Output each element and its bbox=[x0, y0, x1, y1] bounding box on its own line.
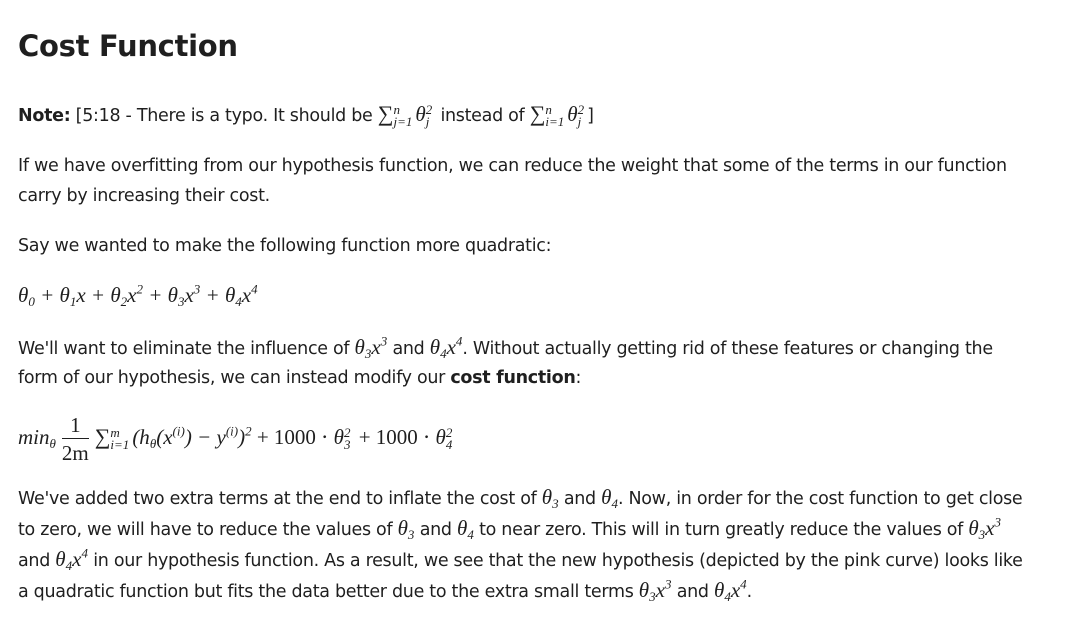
paragraph-quadratic: Say we wanted to make the following func… bbox=[18, 236, 552, 256]
reduce-text-and: and bbox=[419, 520, 452, 540]
fits-text-period: . bbox=[746, 582, 753, 602]
modify-text: form of our hypothesis, we can instead m… bbox=[18, 368, 446, 388]
inflate-text-and: and bbox=[563, 489, 596, 509]
sum-j-formula: ∑ n j=1 θ 2 j bbox=[377, 101, 433, 130]
fits-text-and: and bbox=[676, 582, 709, 602]
theta3-x3-term-3: θ3x3 bbox=[638, 576, 672, 604]
hypothesis-text: in our hypothesis function. As a result,… bbox=[93, 551, 1023, 571]
inflate-text-a: We've added two extra terms at the end t… bbox=[18, 489, 537, 509]
hypothesis-formula: θ0 + θ1x + θ2x2 + θ3x3 + θ4x4 bbox=[18, 281, 258, 309]
paragraph-eliminate-line-1: We'll want to eliminate the influence of… bbox=[18, 332, 993, 365]
fits-text-a: a quadratic function but fits the data b… bbox=[18, 582, 634, 602]
note-label: Note: bbox=[18, 106, 71, 126]
reduce-text-c: to near zero. This will in turn greatly … bbox=[479, 520, 964, 540]
paragraph-overfitting-line-2: carry by increasing their cost. bbox=[18, 186, 270, 206]
inflate-text-c: . Now, in order for the cost function to… bbox=[617, 489, 1023, 509]
theta3-term-2: θ3 bbox=[397, 516, 415, 542]
theta3-term: θ3 bbox=[541, 485, 559, 511]
theta4-term: θ4 bbox=[601, 485, 618, 511]
note-text-before: [5:18 - There is a typo. It should be bbox=[75, 106, 373, 126]
eliminate-text-c: . Without actually getting rid of these … bbox=[462, 339, 993, 359]
theta4-term-2: θ4 bbox=[456, 516, 474, 542]
modify-colon: : bbox=[575, 368, 582, 388]
theta4-x4-term-2: θ4x4 bbox=[55, 545, 88, 573]
note-text-end: ] bbox=[587, 106, 594, 126]
typo-note: Note: [5:18 - There is a typo. It should… bbox=[18, 98, 594, 132]
hypothesis-text-and: and bbox=[18, 551, 51, 571]
page-title: Cost Function bbox=[18, 29, 238, 63]
paragraph-overfitting-line-1: If we have overfitting from our hypothes… bbox=[18, 156, 1007, 176]
reduce-text-a: to zero, we will have to reduce the valu… bbox=[18, 520, 393, 540]
theta4-x4-term: θ4x4 bbox=[429, 333, 463, 361]
paragraph-inflate-line-1: We've added two extra terms at the end t… bbox=[18, 482, 1023, 515]
note-text-mid: instead of bbox=[440, 106, 525, 126]
eliminate-text-a: We'll want to eliminate the influence of bbox=[18, 339, 350, 359]
paragraph-inflate-line-2: to zero, we will have to reduce the valu… bbox=[18, 513, 1001, 546]
eliminate-text-and: and bbox=[392, 339, 425, 359]
paragraph-inflate-line-4: a quadratic function but fits the data b… bbox=[18, 575, 752, 608]
theta4-x4-term-3: θ4x4 bbox=[714, 576, 747, 604]
sum-i-formula: ∑ n i=1 θ 2 j bbox=[529, 101, 585, 130]
theta3-x3-term: θ3x3 bbox=[354, 333, 388, 361]
paragraph-eliminate-line-2: form of our hypothesis, we can instead m… bbox=[18, 363, 581, 394]
cost-function-formula: minθ 1 2m ∑ m i=1 (hθ(x(i)) − y(i))2 + 1000 ⋅ … bbox=[18, 412, 453, 465]
paragraph-inflate-line-3: and θ4x4 in our hypothesis function. As … bbox=[18, 544, 1023, 577]
cost-function-bold: cost function bbox=[450, 368, 576, 388]
theta3-x3-term-2: θ3x3 bbox=[968, 514, 1001, 542]
